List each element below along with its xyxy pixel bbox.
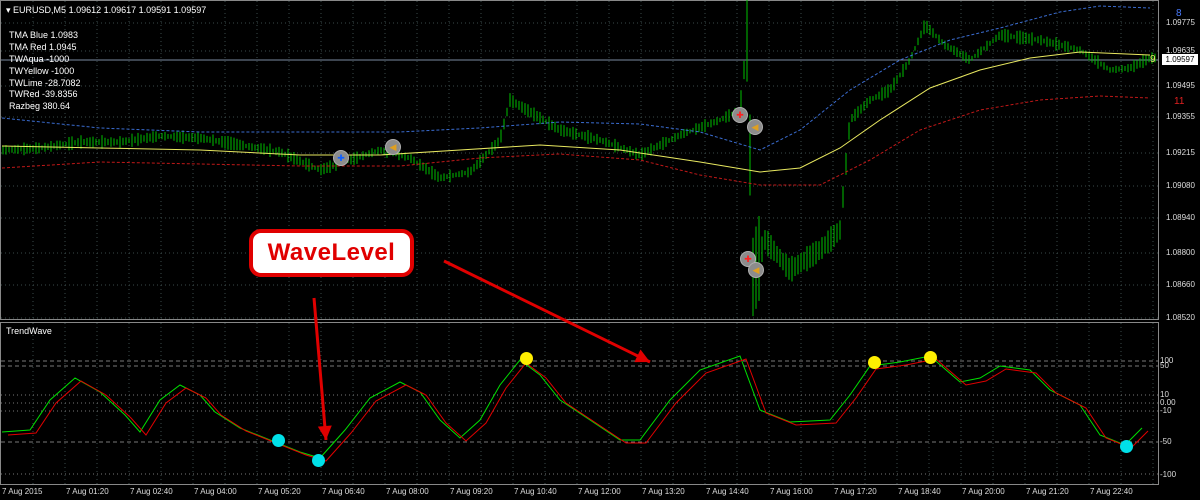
tma-red-label: 11 [1174,96,1185,107]
time-label: 7 Aug 14:40 [706,487,749,496]
time-label: 7 Aug 16:00 [770,487,813,496]
time-label: 7 Aug 06:40 [322,487,365,496]
price-label: 1.08660 [1166,280,1195,289]
indicator-tw-aqua: TWAqua -1000 [9,53,70,64]
time-label: 7 Aug 05:20 [258,487,301,496]
trendwave-red-line [7,358,1149,462]
signal-arrow-icon[interactable]: ◀ [748,262,764,278]
time-label: 7 Aug 09:20 [450,487,493,496]
tma-yellow-line [1,51,1151,173]
signal-arrow-icon[interactable]: ◀ [747,119,763,135]
indicator-tma-red: TMA Red 1.0945 [9,41,77,52]
time-label: 7 Aug 02:40 [130,487,173,496]
time-label: 7 Aug 18:40 [898,487,941,496]
price-label: 1.09495 [1166,81,1195,90]
main-price-chart [1,0,1156,317]
time-label: 7 Aug 2015 [2,487,43,496]
price-label: 1.08940 [1166,213,1195,222]
price-label: 1.08520 [1166,313,1195,322]
indicator-tw-red: TWRed -39.8356 [9,89,78,100]
signal-glyph: ◀ [751,122,759,132]
indicator-tw-yellow: TWYellow -1000 [9,65,75,76]
time-label: 7 Aug 22:40 [1090,487,1133,496]
callout-arrow-right [443,259,651,364]
chart-canvas[interactable] [0,0,1200,500]
time-label: 7 Aug 12:00 [578,487,621,496]
yellow-signal-dot [868,356,881,369]
yellow-signal-dot [924,351,937,364]
time-label: 7 Aug 10:40 [514,487,557,496]
signal-arrow-icon[interactable]: ◀ [385,139,401,155]
time-label: 7 Aug 17:20 [834,487,877,496]
annotation-arrows [312,259,651,441]
subwindow-title: TrendWave [6,326,52,336]
time-label: 7 Aug 21:20 [1026,487,1069,496]
signal-buy-icon[interactable]: ✚ [333,150,349,166]
price-label: 1.09355 [1166,112,1195,121]
wavelevel-callout: WaveLevel [249,229,414,277]
signal-glyph: ◀ [752,265,760,275]
price-label: 1.09775 [1166,18,1195,27]
price-label: 1.09080 [1166,181,1195,190]
price-label: 1.08800 [1166,248,1195,257]
symbol-header: ▾ EURUSD,M5 1.09612 1.09617 1.09591 1.09… [6,5,206,16]
callout-arrow-down-head [317,425,332,440]
osc-level-label: -10 [1160,406,1172,415]
aqua-signal-dot [1120,440,1133,453]
tma-yellow-label: 9 [1150,54,1156,65]
indicator-razbeg: Razbeg 380.64 [9,101,71,112]
indicator-tw-lime: TWLime -28.7082 [9,77,81,88]
main-panel-border [0,0,1159,320]
current-price-badge: 1.09597 [1162,54,1198,65]
yellow-signal-dot [520,352,533,365]
signal-glyph: ◀ [389,142,397,152]
time-label: 7 Aug 20:00 [962,487,1005,496]
indicator-tma-blue: TMA Blue 1.0983 [9,30,79,40]
time-label: 7 Aug 04:00 [194,487,237,496]
signal-glyph: ✚ [337,153,345,163]
time-label: 7 Aug 13:20 [642,487,685,496]
price-label: 1.09215 [1166,148,1195,157]
time-label: 7 Aug 01:20 [66,487,109,496]
sub-panel-border [0,322,1159,485]
osc-level-label: -50 [1160,437,1172,446]
signal-sell-icon[interactable]: ✚ [732,107,748,123]
trendwave-oscillator [1,355,1149,462]
collapse-triangle-icon[interactable]: ▾ [6,5,11,15]
symbol-name: EURUSD,M5 [13,5,67,15]
osc-level-label: -100 [1160,470,1177,479]
time-label: 7 Aug 08:00 [386,487,429,496]
indicator-values: TMA Blue 1.0983 TMA Red 1.0945 TWAqua -1… [9,30,81,113]
ohlc-values: 1.09612 1.09617 1.09591 1.09597 [68,5,207,15]
aqua-signal-dot [272,434,285,447]
signal-glyph: ✚ [736,110,744,120]
aqua-signal-dot [312,454,325,467]
osc-level-label: 50 [1160,361,1169,370]
tma-blue-label: 8 [1176,8,1182,19]
